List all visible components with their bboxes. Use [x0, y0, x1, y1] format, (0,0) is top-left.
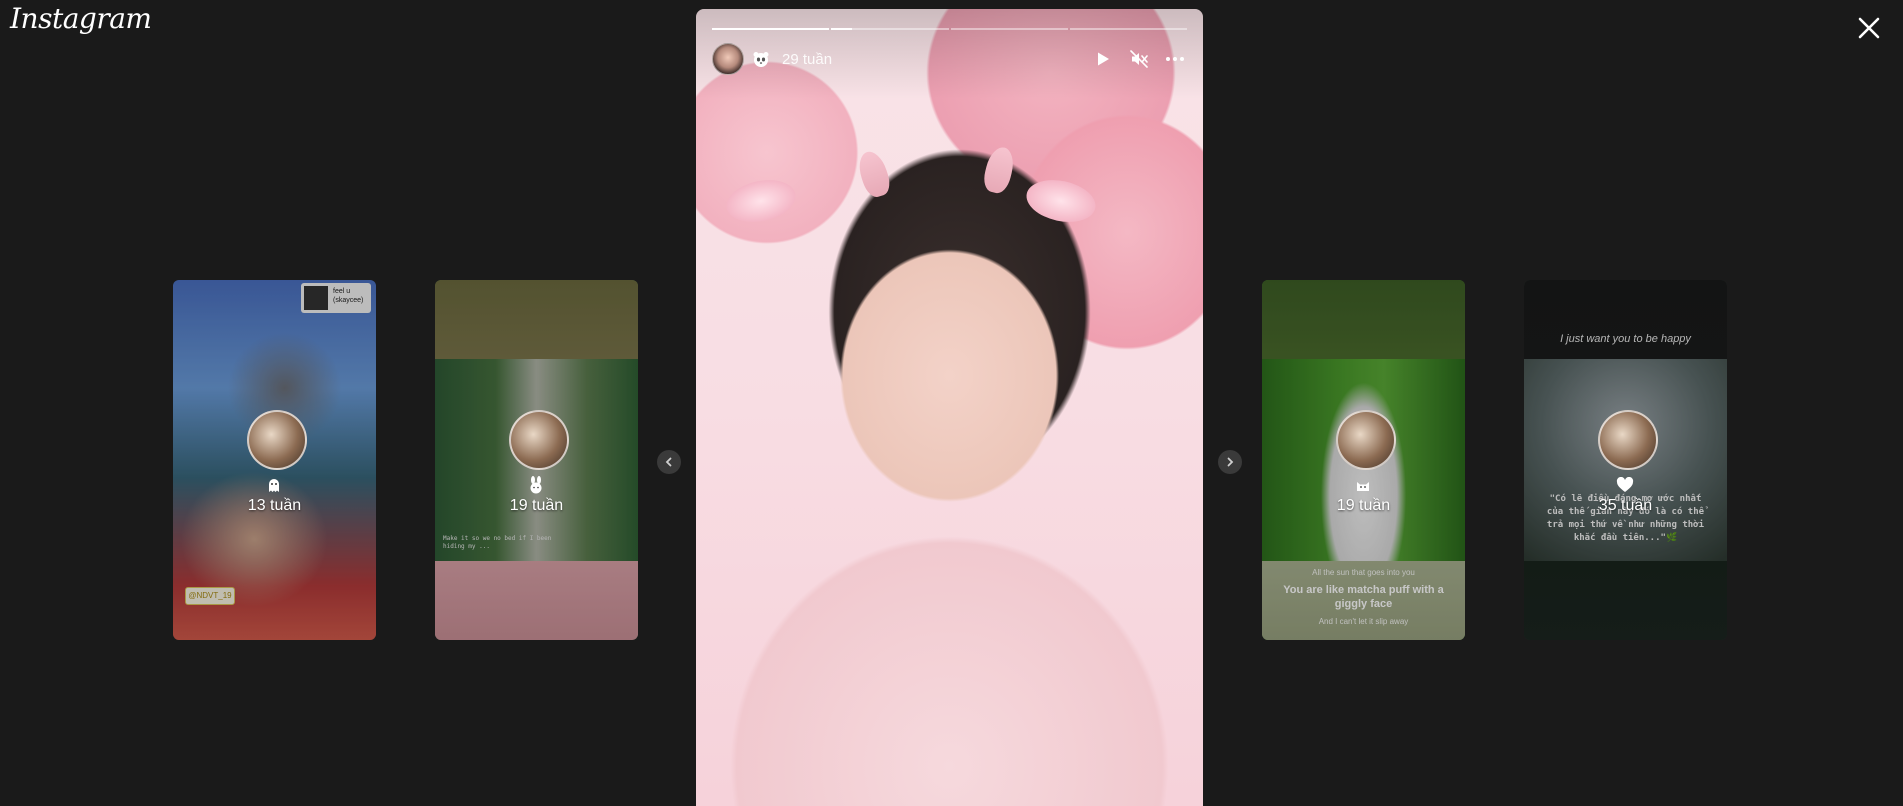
avatar — [1336, 410, 1396, 470]
cat-emoji-icon — [1352, 476, 1374, 494]
ghost-emoji-icon — [263, 476, 285, 494]
story-image — [696, 9, 1203, 806]
more-icon — [1166, 57, 1184, 61]
active-story[interactable]: 29 tuần — [696, 9, 1203, 806]
story-avatar[interactable] — [712, 43, 744, 75]
story-preview-4[interactable]: I just want you to be happy "Có lẽ điều … — [1524, 280, 1727, 640]
story-progress-bar — [712, 28, 1187, 30]
play-icon — [1098, 52, 1109, 66]
next-story-button[interactable] — [1218, 450, 1242, 474]
chevron-right-icon — [1227, 457, 1234, 467]
avatar — [509, 410, 569, 470]
mute-button[interactable] — [1127, 47, 1151, 71]
instagram-logo[interactable]: Instagram — [10, 2, 152, 35]
avatar — [247, 410, 307, 470]
panda-emoji-icon — [752, 50, 770, 68]
more-options-button[interactable] — [1163, 47, 1187, 71]
progress-segment — [1069, 28, 1187, 30]
progress-segment — [950, 28, 1068, 30]
story-preview-3[interactable]: All the sun that goes into you You are l… — [1262, 280, 1465, 640]
story-time: 19 tuần — [509, 497, 564, 514]
heart-icon — [1614, 476, 1636, 494]
story-header: 29 tuần — [712, 42, 1187, 76]
progress-segment — [831, 28, 949, 30]
mute-icon — [1130, 50, 1148, 68]
story-time: 13 tuần — [247, 497, 302, 514]
avatar — [1598, 410, 1658, 470]
bunny-emoji-icon — [525, 476, 547, 494]
story-preview-1[interactable]: feel u (skaycee) @NDVT_19 13 tuần — [173, 280, 376, 640]
previous-story-button[interactable] — [657, 450, 681, 474]
close-button[interactable] — [1851, 10, 1887, 46]
play-button[interactable] — [1091, 47, 1115, 71]
progress-segment — [712, 28, 830, 30]
story-time: 35 tuần — [1598, 497, 1653, 514]
story-time: 29 tuần — [782, 50, 833, 68]
story-preview-2[interactable]: Make it so we no bed if I been hiding my… — [435, 280, 638, 640]
close-icon — [1858, 17, 1880, 39]
chevron-left-icon — [665, 457, 672, 467]
story-time: 19 tuần — [1336, 497, 1391, 514]
